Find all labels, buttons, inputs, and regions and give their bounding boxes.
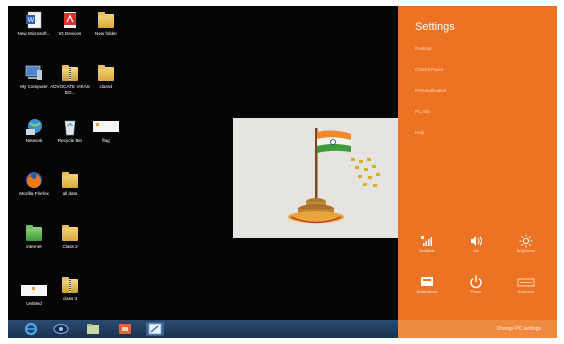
paint-icon[interactable] bbox=[146, 322, 164, 336]
quick-notifications[interactable]: Notifications bbox=[407, 274, 447, 294]
volume-icon bbox=[456, 233, 496, 249]
desktop-icon-all-data[interactable]: all data bbox=[48, 171, 92, 197]
image-file-icon bbox=[21, 281, 47, 299]
image-file-icon bbox=[93, 118, 119, 136]
zip-folder-icon bbox=[61, 276, 79, 294]
firefox-icon bbox=[25, 171, 43, 189]
desktop-icon-label: class4 bbox=[99, 84, 113, 89]
svg-text:W: W bbox=[28, 17, 35, 24]
desktop-icon-flag[interactable]: flag bbox=[84, 118, 128, 144]
desktop-icon-new-folder[interactable]: New folder bbox=[84, 11, 128, 37]
internet-explorer-icon[interactable] bbox=[22, 322, 40, 336]
quick-network[interactable]: Available bbox=[407, 233, 447, 253]
quick-power[interactable]: Power bbox=[456, 274, 496, 294]
settings-item-personalization[interactable]: Personalization bbox=[415, 88, 446, 109]
computer-icon bbox=[25, 64, 43, 82]
settings-title: Settings bbox=[415, 21, 455, 33]
change-pc-settings-link[interactable]: Change PC settings bbox=[398, 320, 557, 338]
brightness-icon bbox=[506, 233, 546, 249]
quick-notifications-label: Notifications bbox=[416, 290, 438, 294]
settings-item-desktop[interactable]: Desktop bbox=[415, 46, 446, 67]
desktop-screen: W New Microsoft... IO Devices New folder… bbox=[8, 6, 557, 338]
quick-brightness[interactable]: Brightness bbox=[506, 233, 546, 253]
quick-volume-label: 100 bbox=[472, 249, 480, 253]
quick-network-label: Available bbox=[419, 249, 435, 253]
folder-icon bbox=[97, 11, 115, 29]
word-document-icon: W bbox=[25, 11, 43, 29]
file-explorer-icon[interactable] bbox=[84, 322, 102, 336]
desktop-icon-label: Class 2 bbox=[62, 244, 78, 249]
desktop-icon-class-3[interactable]: class 3 bbox=[48, 276, 92, 302]
desktop-icon-label: flag bbox=[102, 138, 110, 143]
folder-icon bbox=[97, 64, 115, 82]
settings-pane: Settings Desktop Control Panel Personali… bbox=[398, 6, 557, 338]
recycle-bin-icon bbox=[61, 118, 79, 136]
media-center-icon[interactable] bbox=[52, 322, 70, 336]
desktop-icon-label: all data bbox=[62, 191, 78, 196]
quick-volume[interactable]: 100 bbox=[456, 233, 496, 253]
desktop-icon-class-2[interactable]: Class 2 bbox=[48, 224, 92, 250]
desktop-icon-label: Untitled bbox=[26, 301, 42, 306]
quick-keyboard[interactable]: Keyboard bbox=[506, 274, 546, 294]
desktop-icon-label: New folder bbox=[95, 31, 117, 36]
network-signal-icon bbox=[407, 233, 447, 249]
keyboard-icon bbox=[506, 274, 546, 290]
quick-brightness-label: Brightness bbox=[517, 249, 535, 253]
pdf-document-icon bbox=[61, 11, 79, 29]
network-icon bbox=[25, 118, 43, 136]
desktop-icon-class4[interactable]: class4 bbox=[84, 64, 128, 90]
settings-item-control-panel[interactable]: Control Panel bbox=[415, 67, 446, 88]
quick-power-label: Power bbox=[470, 290, 482, 294]
taskbar bbox=[8, 320, 398, 338]
settings-item-pc-info[interactable]: PC info bbox=[415, 109, 446, 130]
folder-icon bbox=[61, 171, 79, 189]
settings-item-help[interactable]: Help bbox=[415, 130, 446, 151]
power-icon bbox=[456, 274, 496, 290]
photo-viewer-window[interactable] bbox=[233, 118, 398, 238]
flag-drawing-image bbox=[233, 118, 398, 238]
settings-menu: Desktop Control Panel Personalization PC… bbox=[415, 46, 446, 151]
desktop-icon-label: class 3 bbox=[62, 296, 78, 301]
green-folder-icon bbox=[25, 224, 43, 242]
quick-keyboard-label: Keyboard bbox=[517, 290, 535, 294]
notifications-icon bbox=[407, 274, 447, 290]
folder-icon bbox=[61, 224, 79, 242]
zip-folder-icon bbox=[61, 64, 79, 82]
app-icon[interactable] bbox=[116, 322, 134, 336]
